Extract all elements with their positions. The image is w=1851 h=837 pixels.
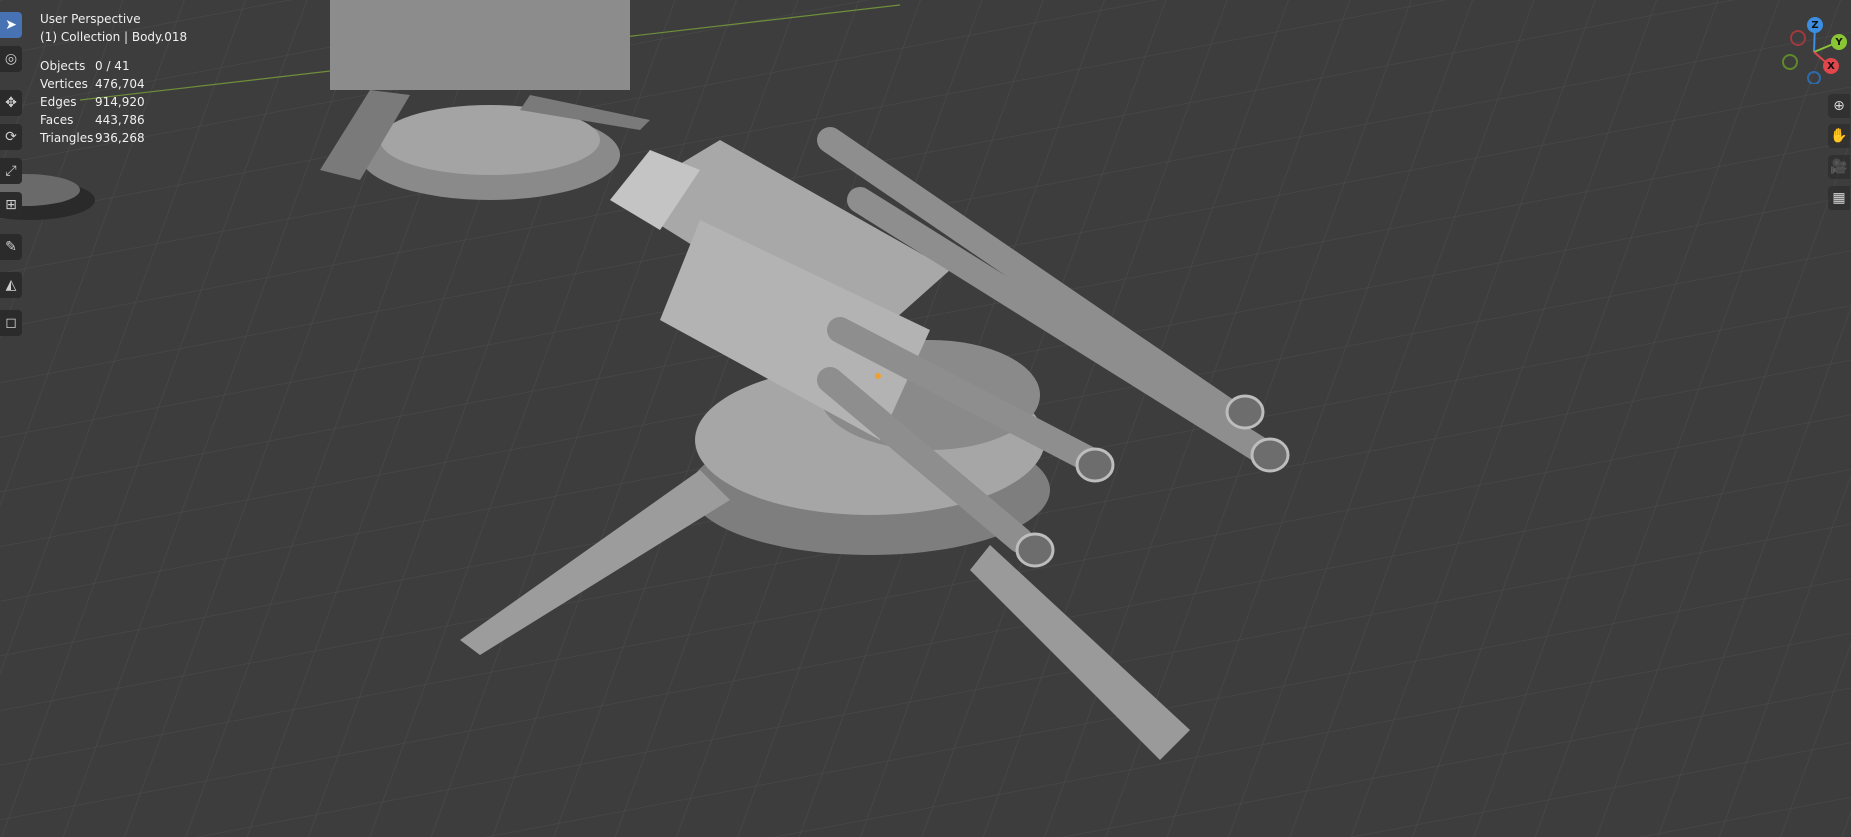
pan-hand-icon[interactable]: ✋ bbox=[1828, 124, 1850, 148]
zoom-icon[interactable]: ⊕ bbox=[1828, 94, 1850, 118]
stat-faces-value: 443,786 bbox=[95, 113, 145, 127]
annotate-tool[interactable]: ✎ bbox=[0, 234, 22, 260]
stat-triangles-label: Triangles bbox=[40, 131, 94, 145]
stat-vertices-value: 476,704 bbox=[95, 77, 145, 91]
gizmo-y-axis[interactable]: Y bbox=[1831, 34, 1847, 50]
stat-edges-label: Edges bbox=[40, 95, 77, 109]
3d-viewport[interactable]: User Perspective (1) Collection | Body.0… bbox=[0, 0, 1851, 837]
viewport-mode-label: User Perspective bbox=[40, 12, 141, 26]
gizmo-x-axis[interactable]: X bbox=[1823, 58, 1839, 74]
add-cube-tool[interactable]: ◻ bbox=[0, 310, 22, 336]
stat-triangles-value: 936,268 bbox=[95, 131, 145, 145]
rotate-tool[interactable]: ⟳ bbox=[0, 124, 22, 150]
stat-objects-value: 0 / 41 bbox=[95, 59, 130, 73]
gizmo-z-axis[interactable]: Z bbox=[1807, 17, 1823, 33]
transform-tool[interactable]: ⊞ bbox=[0, 192, 22, 218]
perspective-grid-icon[interactable]: ▦ bbox=[1828, 186, 1850, 210]
stat-edges-value: 914,920 bbox=[95, 95, 145, 109]
viewport-scene bbox=[0, 0, 1851, 837]
stat-vertices-label: Vertices bbox=[40, 77, 88, 91]
move-tool[interactable]: ✥ bbox=[0, 90, 22, 116]
stat-objects-label: Objects bbox=[40, 59, 86, 73]
scale-tool[interactable]: ⤢ bbox=[0, 158, 22, 184]
camera-icon[interactable]: 🎥 bbox=[1828, 155, 1850, 179]
select-box-tool[interactable]: ➤ bbox=[0, 12, 22, 38]
stat-faces-label: Faces bbox=[40, 113, 74, 127]
active-object-label: (1) Collection | Body.018 bbox=[40, 30, 188, 44]
measure-tool[interactable]: ◭ bbox=[0, 272, 22, 298]
cursor-tool[interactable]: ◎ bbox=[0, 46, 22, 72]
